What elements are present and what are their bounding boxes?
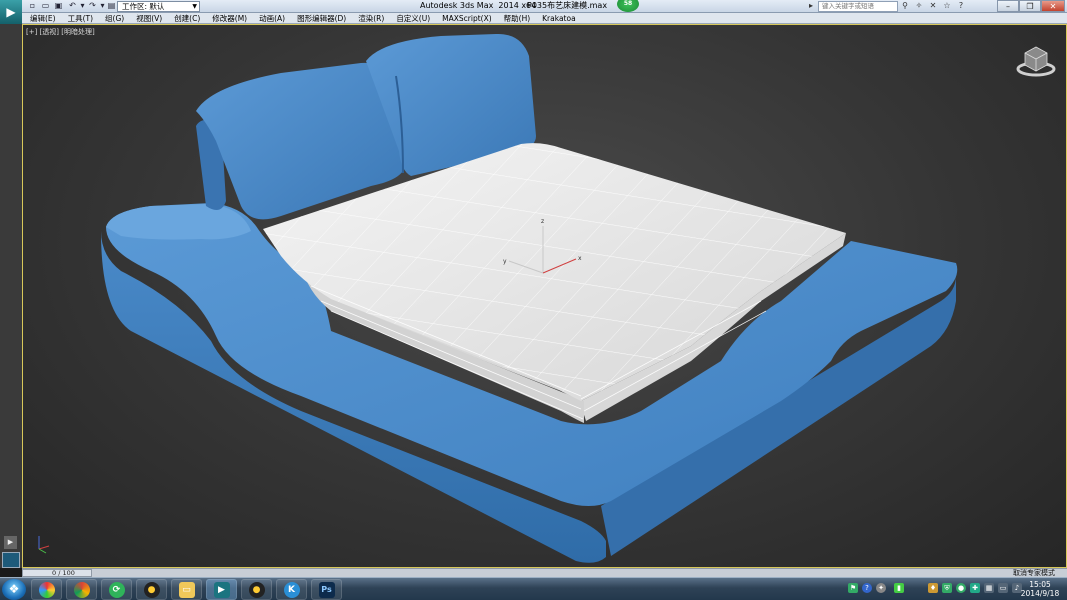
pinwheel-icon [38, 581, 55, 598]
file-name: P035布艺床建模.max [527, 1, 608, 10]
menu-tools[interactable]: 工具(T) [68, 13, 93, 24]
taskbar-3dsmax[interactable]: ▶ [206, 579, 237, 600]
settings-tray-icon[interactable]: ✦ [876, 583, 886, 593]
time-slider-bar: 0 / 100 取消专家模式 [22, 568, 1067, 577]
menu-animation[interactable]: 动画(A) [259, 13, 285, 24]
taskbar-qq-2[interactable]: ● [241, 579, 272, 600]
chrome-icon [73, 581, 90, 598]
menu-rendering[interactable]: 渲染(R) [358, 13, 384, 24]
menu-krakatoa[interactable]: Krakatoa [542, 13, 576, 24]
taskbar-k[interactable]: K [276, 579, 307, 600]
viewport-label[interactable]: [+] [透视] [明暗处理] [26, 27, 95, 37]
app-title: Autodesk 3ds Max 2014 x64 [420, 1, 537, 10]
title-bar: ▫ ▭ ▣ ↶ ▾ ↷ ▾ ▤ 工作区: 默认 ▼ Autodesk 3ds M… [0, 0, 1067, 13]
monitor-icon[interactable]: ▭ [998, 583, 1008, 593]
workspace-label: 工作区: 默认 [122, 2, 165, 11]
taskbar-photoshop[interactable]: Ps [311, 579, 342, 600]
taskbar-chrome[interactable] [66, 579, 97, 600]
gizmo-y-label: y [503, 258, 507, 265]
expand-arrow-icon[interactable]: ▶ [4, 536, 17, 549]
antivirus-tray-icon[interactable]: ✚ [970, 583, 980, 593]
bed-3d-scene: z x y [38, 33, 1056, 563]
help-tray-icon[interactable]: ? [862, 583, 872, 593]
flag-icon[interactable]: ⚑ [848, 583, 858, 593]
taskbar-sync[interactable]: ⟳ [101, 579, 132, 600]
qq-icon-2: ● [248, 581, 265, 598]
menu-create[interactable]: 创建(C) [174, 13, 200, 24]
shield-icon[interactable]: ⛨ [942, 583, 952, 593]
help-icon[interactable]: ? [956, 1, 966, 11]
left-panel-strip: ▶ [0, 24, 22, 568]
perspective-viewport[interactable]: z x y [+] [透视] [明暗处理] [22, 24, 1067, 568]
sync-icon: ⟳ [108, 581, 125, 598]
chevron-down-icon: ▼ [192, 3, 197, 10]
folder-icon: ▭ [178, 581, 195, 598]
taskbar-qq[interactable]: ● [136, 579, 167, 600]
network-tray-icon[interactable]: ♦ [928, 583, 938, 593]
new-file-icon[interactable]: ▫ [27, 1, 38, 11]
search-options-icon[interactable]: ▸ [806, 1, 816, 11]
menu-bar: 编辑(E) 工具(T) 组(G) 视图(V) 创建(C) 修改器(M) 动画(A… [22, 13, 1067, 24]
menu-group[interactable]: 组(G) [105, 13, 124, 24]
minilistener-box[interactable] [2, 552, 20, 568]
3dsmax-icon: ▶ [213, 581, 230, 598]
menu-edit[interactable]: 编辑(E) [30, 13, 56, 24]
subscription-icon[interactable]: ✧ [914, 1, 924, 11]
menu-graph-editors[interactable]: 图形编辑器(D) [297, 13, 346, 24]
favorites-icon[interactable]: ☆ [942, 1, 952, 11]
photoshop-icon: Ps [318, 581, 335, 598]
minimize-button[interactable]: – [997, 0, 1019, 12]
search-input[interactable]: 键入关键字或短语 [818, 1, 898, 12]
search-icon[interactable]: ⚲ [900, 1, 910, 11]
clock-time: 15:05 [1029, 580, 1051, 589]
clock-date: 2014/9/18 [1020, 589, 1060, 598]
save-icon[interactable]: ▣ [53, 1, 64, 11]
menu-maxscript[interactable]: MAXScript(X) [442, 13, 491, 24]
menu-customize[interactable]: 自定义(U) [396, 13, 430, 24]
maximize-button[interactable]: ❐ [1019, 0, 1041, 12]
notification-badge[interactable]: 58 [617, 0, 639, 12]
qq-tray-icon[interactable]: ● [956, 583, 966, 593]
taskbar-explorer[interactable]: ▭ [171, 579, 202, 600]
windows-taskbar: ❖ ⟳ ● ▭ ▶ ● K Ps ⚑ ? ✦ ▮ ♦ ⛨ ● ✚ ▦ ▭ ♪ 1… [0, 577, 1067, 600]
qq-icon: ● [143, 581, 160, 598]
menu-modifiers[interactable]: 修改器(M) [212, 13, 247, 24]
project-folder-icon[interactable]: ▤ [106, 1, 117, 11]
gizmo-z-label: z [541, 218, 544, 225]
communication-icon[interactable]: ✕ [928, 1, 938, 11]
taskbar-clock[interactable]: 15:05 2014/9/18 [1020, 580, 1060, 598]
taskbar-pinwheel[interactable] [31, 579, 62, 600]
bed-left-arm [106, 204, 251, 240]
workspace-select[interactable]: 工作区: 默认 ▼ [117, 1, 200, 12]
battery-icon[interactable]: ▮ [894, 583, 904, 593]
close-button[interactable]: ✕ [1041, 0, 1065, 12]
open-file-icon[interactable]: ▭ [40, 1, 51, 11]
menu-views[interactable]: 视图(V) [136, 13, 162, 24]
network-icon[interactable]: ▦ [984, 583, 994, 593]
windows-start-icon[interactable]: ❖ [2, 579, 26, 600]
gizmo-x-label: x [578, 255, 582, 262]
3dsmax-logo-icon[interactable]: ▶ [0, 0, 22, 24]
k-icon: K [283, 581, 300, 598]
menu-help[interactable]: 帮助(H) [504, 13, 531, 24]
